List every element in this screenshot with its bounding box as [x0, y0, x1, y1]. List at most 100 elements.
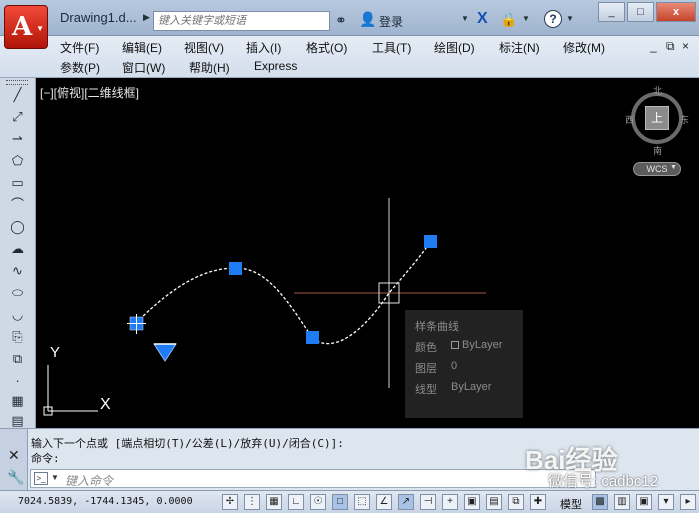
lock-dropdown-icon[interactable]: ▼: [522, 14, 530, 23]
toolbar-grip[interactable]: [6, 80, 28, 85]
help-icon[interactable]: ?: [544, 10, 562, 28]
draw-toolbar: ╱ ⤢ ⇀ ⬠ ▭ ⌒ ◯ ☁ ∿ ⬭ ◡ ⎘ ⧉ · ▦ ▤: [0, 78, 36, 428]
command-input[interactable]: >_ ▼ 键入命令: [30, 469, 596, 488]
selection-cycling-icon[interactable]: ⧉: [508, 494, 524, 510]
command-placeholder: 键入命令: [65, 474, 114, 488]
compass-south-label[interactable]: 南: [653, 144, 662, 157]
menu-help[interactable]: 帮助(H): [189, 59, 230, 76]
ellipse-arc-icon[interactable]: ◡: [8, 306, 27, 324]
window-minimize-button[interactable]: _: [598, 2, 625, 22]
menu-file[interactable]: 文件(F): [60, 39, 99, 56]
ellipse-icon[interactable]: ⬭: [8, 284, 27, 302]
menu-format[interactable]: 格式(O): [306, 39, 347, 56]
menu-dimension[interactable]: 标注(N): [499, 39, 540, 56]
ortho-mode-icon[interactable]: ∟: [288, 494, 304, 510]
quick-properties-icon[interactable]: ▤: [486, 494, 502, 510]
status-menu-icon[interactable]: ▸: [680, 494, 696, 510]
3d-object-snap-icon[interactable]: ⬚: [354, 494, 370, 510]
binocular-icon[interactable]: ⚭: [335, 12, 347, 29]
rectangle-icon[interactable]: ▭: [8, 174, 27, 192]
application-menu-button[interactable]: A ▼: [4, 5, 48, 49]
revision-cloud-icon[interactable]: ☁: [8, 240, 27, 258]
wrench-icon[interactable]: 🔧: [7, 469, 24, 486]
command-line-handle[interactable]: ✕ 🔧: [0, 429, 28, 491]
make-block-icon[interactable]: ⧉: [8, 350, 27, 368]
annotation-monitor-icon[interactable]: ✚: [530, 494, 546, 510]
window-close-button[interactable]: x: [656, 2, 696, 22]
ucs-y-label: Y: [50, 344, 61, 361]
drawing-canvas[interactable]: [−][俯视][二维线框] 北 南 东 西 上 WCS ▼ Y X 样条曲线 颜…: [36, 78, 699, 428]
tooltip-value: ByLayer: [451, 381, 492, 393]
doc-minimize-button[interactable]: _: [650, 39, 657, 53]
menu-express[interactable]: Express: [254, 59, 297, 73]
spline-rollover-tooltip: 样条曲线 颜色 ByLayer 图层 0 线型 ByLayer: [405, 310, 523, 418]
arc-icon[interactable]: ⌒: [8, 196, 27, 214]
polar-tracking-icon[interactable]: ☉: [310, 494, 326, 510]
dynamic-ucs-icon[interactable]: ↗: [398, 494, 414, 510]
polyline-icon[interactable]: ⇀: [8, 130, 27, 148]
grid-display-icon[interactable]: ▦: [266, 494, 282, 510]
user-icon[interactable]: 👤: [359, 11, 376, 28]
spline-icon[interactable]: ∿: [8, 262, 27, 280]
menu-insert[interactable]: 插入(I): [246, 39, 281, 56]
compass-east-label[interactable]: 东: [680, 113, 689, 126]
cursor-coordinates[interactable]: 7024.5839, -1744.1345, 0.0000: [18, 496, 193, 507]
line-tool-icon[interactable]: ╱: [8, 86, 27, 104]
menu-edit[interactable]: 编辑(E): [122, 39, 162, 56]
insert-block-icon[interactable]: ⎘: [8, 328, 27, 346]
circle-icon[interactable]: ◯: [8, 218, 27, 236]
autocad-logo-icon: A: [12, 12, 33, 42]
hatch-icon[interactable]: ▦: [8, 392, 27, 410]
quick-view-drawings-icon[interactable]: ▥: [614, 494, 630, 510]
exchange-x-icon[interactable]: X: [477, 10, 488, 28]
menu-tools[interactable]: 工具(T): [372, 39, 411, 56]
viewcube-top-face[interactable]: 上: [645, 106, 669, 130]
compass-north-label[interactable]: 北: [653, 84, 662, 97]
lock-icon[interactable]: 🔒: [500, 11, 517, 28]
quick-view-layouts-icon[interactable]: ▩: [592, 494, 608, 510]
model-space-button[interactable]: 模型: [560, 496, 582, 512]
window-restore-button[interactable]: □: [627, 2, 654, 22]
tooltip-key: 图层: [415, 363, 437, 375]
tooltip-row: 颜色 ByLayer: [415, 339, 513, 360]
dynamic-input-icon[interactable]: ⊣: [420, 494, 436, 510]
help-dropdown-icon[interactable]: ▼: [566, 14, 574, 23]
doc-close-button[interactable]: ×: [682, 39, 689, 53]
object-snap-icon[interactable]: □: [332, 494, 348, 510]
point-icon[interactable]: ·: [8, 372, 27, 390]
menu-window[interactable]: 窗口(W): [122, 59, 165, 76]
login-dropdown-icon[interactable]: ▼: [461, 14, 469, 23]
compass-west-label[interactable]: 西: [625, 113, 634, 126]
app-menu-caret-icon: ▼: [36, 24, 44, 33]
search-input[interactable]: [153, 11, 330, 31]
menu-parametric[interactable]: 参数(P): [60, 59, 100, 76]
wcs-dropdown-icon[interactable]: ▼: [670, 164, 677, 171]
tooltip-title: 样条曲线: [415, 321, 459, 333]
pan-icon[interactable]: ▣: [636, 494, 652, 510]
transparency-icon[interactable]: ▣: [464, 494, 480, 510]
construction-line-icon[interactable]: ⤢: [8, 108, 27, 126]
spline-grip: [306, 331, 319, 344]
snap-mode-icon[interactable]: ⋮: [244, 494, 260, 510]
color-swatch-icon: [451, 341, 459, 350]
menu-bar: 文件(F) 编辑(E) 视图(V) 插入(I) 格式(O) 工具(T) 绘图(D…: [0, 36, 699, 78]
recent-commands-caret-icon[interactable]: ▼: [51, 473, 59, 482]
close-icon[interactable]: ✕: [8, 447, 20, 464]
command-prompt-icon[interactable]: >_: [34, 472, 48, 485]
title-expand-icon[interactable]: ▶: [143, 12, 150, 23]
command-current-line: 命令:: [31, 452, 60, 465]
grip-menu-triangle-icon: [153, 343, 177, 362]
zoom-icon[interactable]: ▾: [658, 494, 674, 510]
lineweight-icon[interactable]: +: [442, 494, 458, 510]
ucs-x-label: X: [100, 396, 111, 413]
menu-view[interactable]: 视图(V): [184, 39, 224, 56]
viewport-controls-label[interactable]: [−][俯视][二维线框]: [40, 84, 139, 101]
doc-restore-button[interactable]: ⧉: [666, 39, 675, 54]
infer-constraints-icon[interactable]: ✢: [222, 494, 238, 510]
command-history-line: 输入下一个点或 [端点相切(T)/公差(L)/放弃(U)/闭合(C)]:: [31, 437, 344, 450]
object-snap-tracking-icon[interactable]: ∠: [376, 494, 392, 510]
polygon-icon[interactable]: ⬠: [8, 152, 27, 170]
menu-modify[interactable]: 修改(M): [563, 39, 605, 56]
menu-draw[interactable]: 绘图(D): [434, 39, 475, 56]
login-link[interactable]: 登录: [379, 13, 403, 30]
